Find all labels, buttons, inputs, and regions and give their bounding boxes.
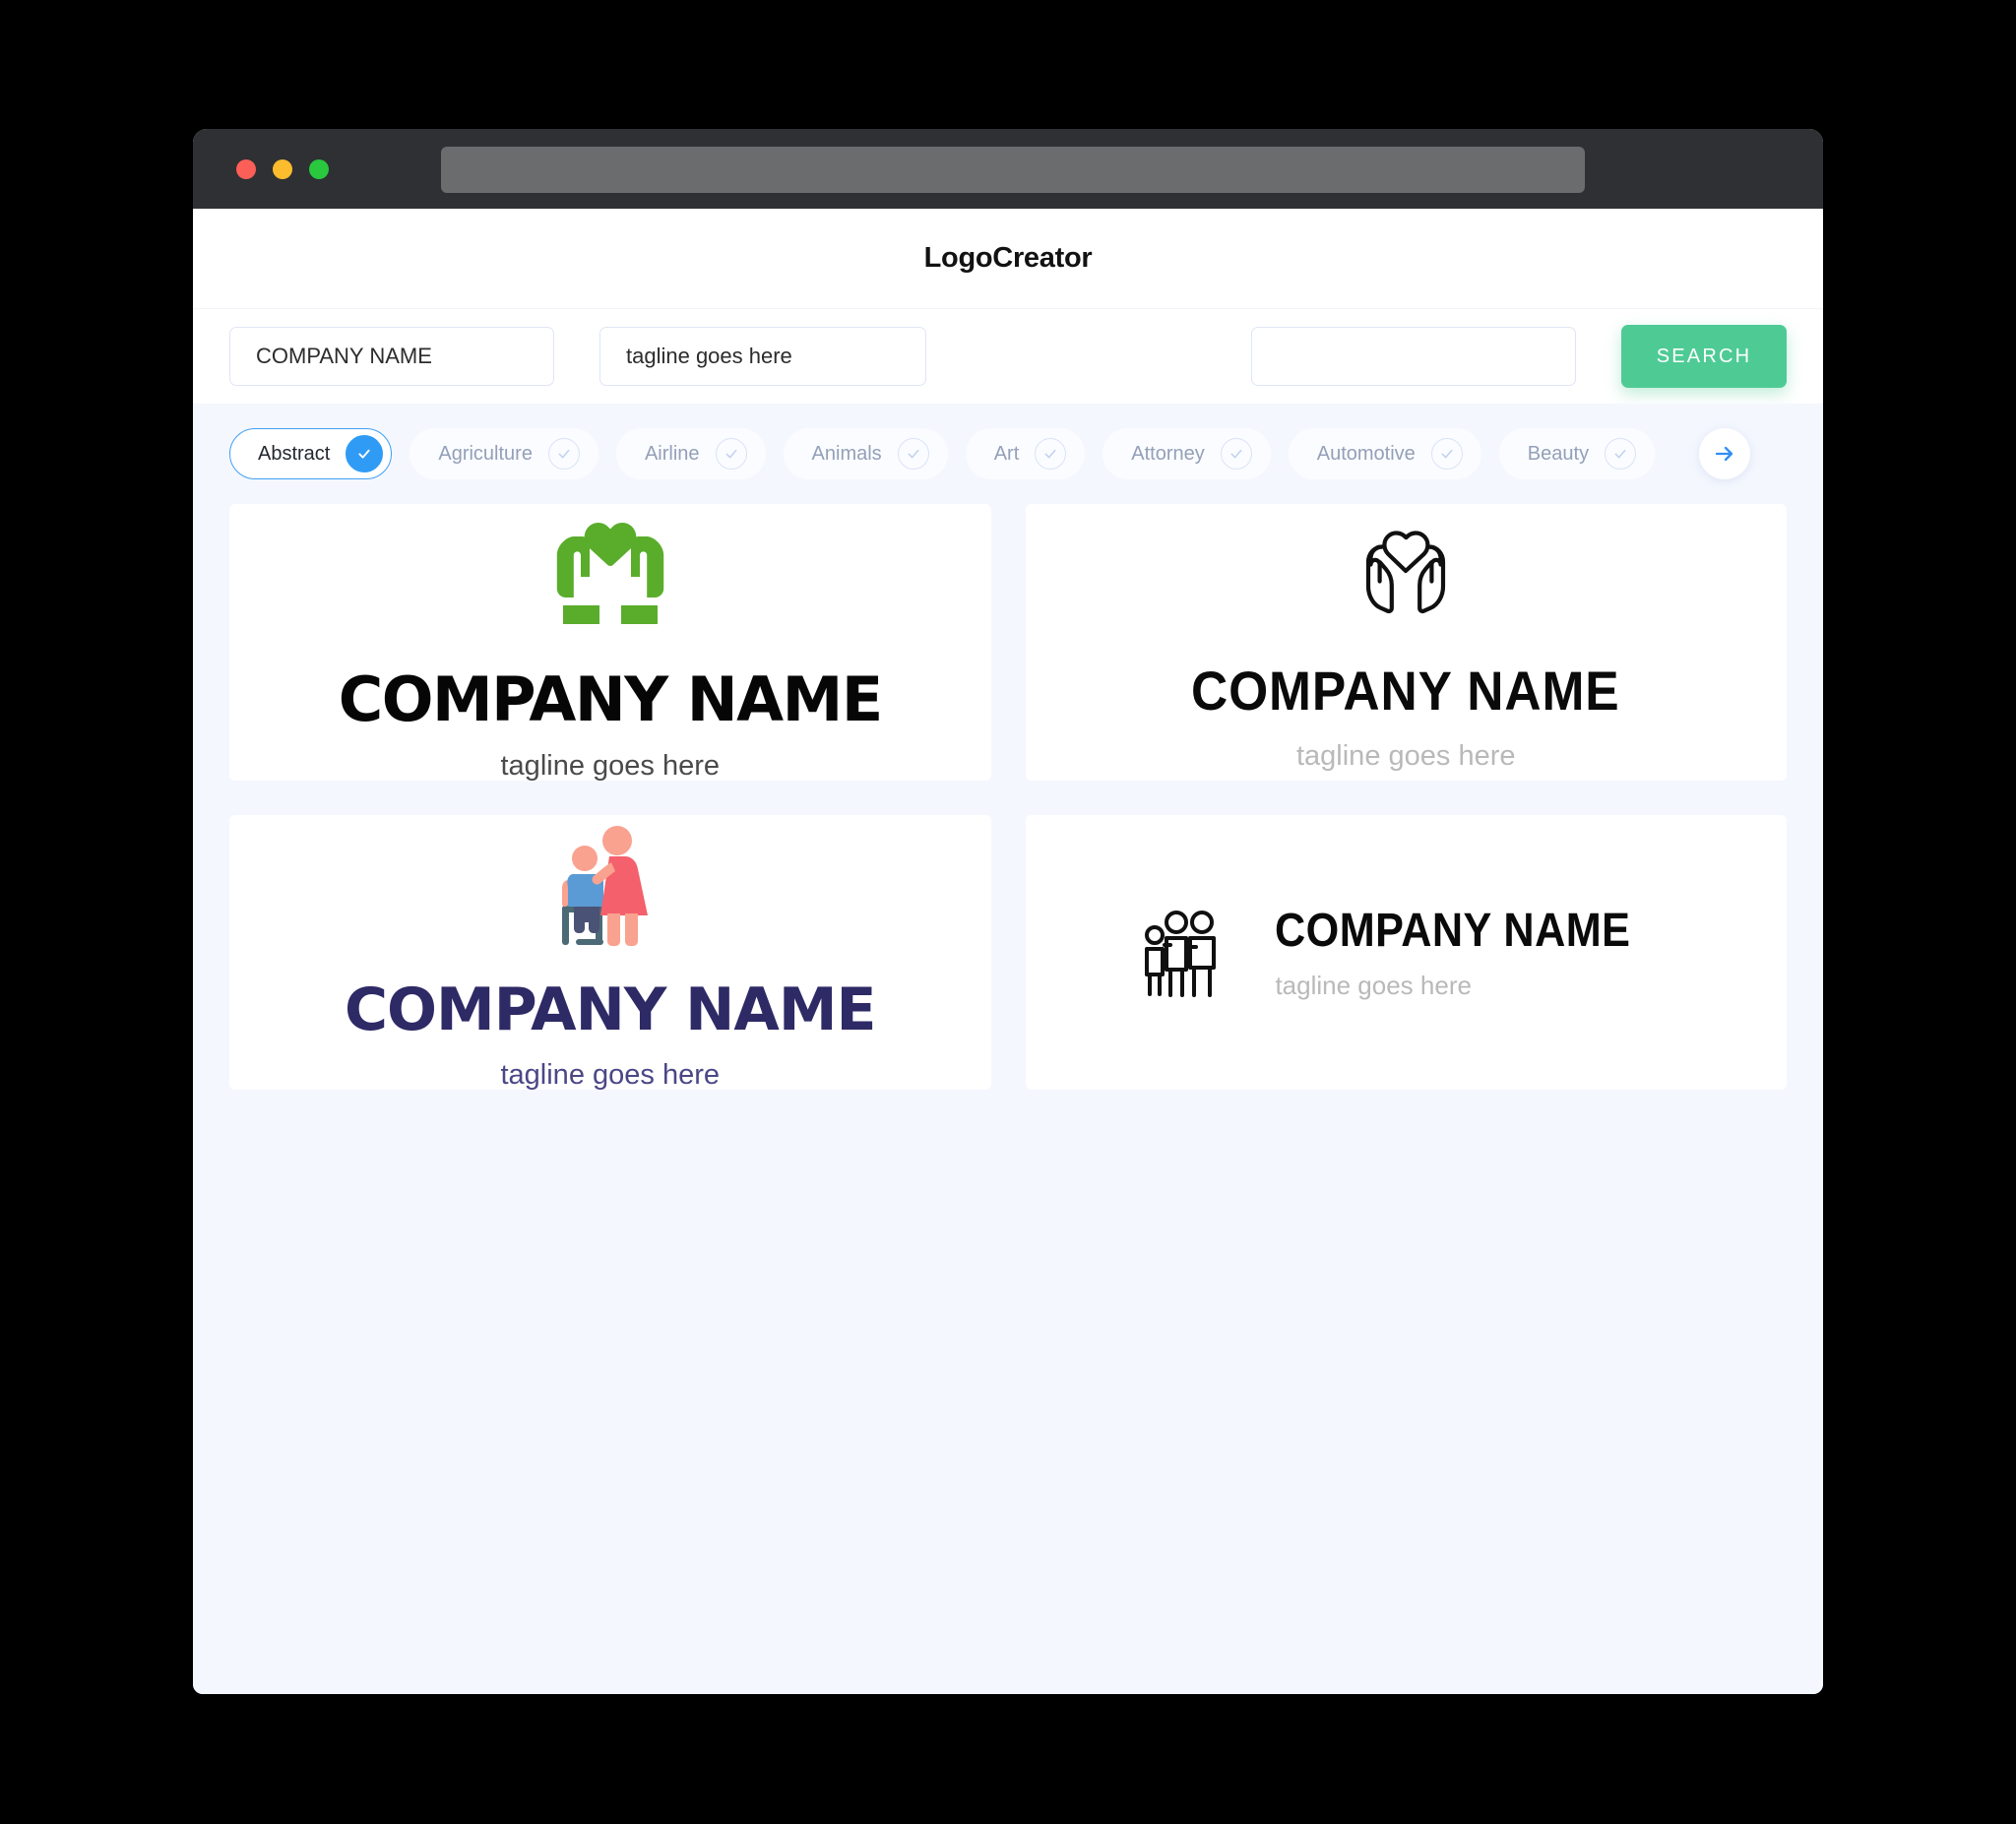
minimize-window-button[interactable] bbox=[273, 158, 292, 179]
hands-holding-heart-outline-icon bbox=[1366, 531, 1446, 614]
logo-card[interactable]: COMPANY NAME tagline goes here bbox=[1025, 815, 1787, 1090]
traffic-lights bbox=[236, 158, 329, 179]
tagline-input[interactable] bbox=[599, 327, 926, 386]
category-chip-abstract[interactable]: Abstract bbox=[229, 428, 393, 479]
logo-preview: COMPANY NAME tagline goes here bbox=[344, 815, 877, 1090]
logo-text-block: COMPANY NAME tagline goes here bbox=[1275, 904, 1670, 1000]
logo-tagline: tagline goes here bbox=[1295, 740, 1516, 772]
category-chip-agriculture[interactable]: Agriculture bbox=[410, 428, 598, 479]
check-icon bbox=[547, 438, 580, 470]
logo-card[interactable]: COMPANY NAME tagline goes here bbox=[1025, 504, 1787, 781]
categories-next-button[interactable] bbox=[1699, 428, 1750, 479]
arrow-right-icon bbox=[1715, 446, 1733, 462]
category-chip-art[interactable]: Art bbox=[965, 428, 1086, 479]
check-icon bbox=[1035, 438, 1067, 470]
category-chip-label: Attorney bbox=[1131, 442, 1205, 465]
close-window-button[interactable] bbox=[236, 158, 256, 179]
category-chip-automotive[interactable]: Automotive bbox=[1288, 428, 1481, 479]
category-chip-attorney[interactable]: Attorney bbox=[1102, 428, 1271, 479]
logo-company-name: COMPANY NAME bbox=[1191, 660, 1621, 722]
logo-preview: COMPANY NAME tagline goes here bbox=[1141, 906, 1670, 1000]
category-chip-label: Animals bbox=[811, 442, 882, 465]
maximize-window-button[interactable] bbox=[309, 158, 329, 179]
check-icon bbox=[1220, 438, 1252, 470]
screen-background: LogoCreator SEARCH Abstract Agriculture … bbox=[0, 0, 2016, 1824]
caregiver-wheelchair-illustration-icon bbox=[561, 826, 648, 946]
logo-tagline: tagline goes here bbox=[500, 1059, 720, 1090]
category-chip-label: Beauty bbox=[1527, 442, 1590, 465]
browser-titlebar bbox=[193, 129, 1823, 209]
category-chip-airline[interactable]: Airline bbox=[615, 428, 766, 479]
browser-window: LogoCreator SEARCH Abstract Agriculture … bbox=[193, 129, 1823, 1694]
logo-tagline: tagline goes here bbox=[1275, 970, 1472, 1000]
logo-company-name: COMPANY NAME bbox=[338, 663, 883, 735]
logo-card[interactable]: COMPANY NAME tagline goes here bbox=[229, 504, 991, 781]
logo-card[interactable]: COMPANY NAME tagline goes here bbox=[229, 815, 991, 1090]
category-chip-animals[interactable]: Animals bbox=[783, 428, 948, 479]
browser-url-bar[interactable] bbox=[441, 147, 1585, 193]
logo-results-grid: COMPANY NAME tagline goes here COMPANY N… bbox=[193, 504, 1823, 1694]
search-button[interactable]: SEARCH bbox=[1621, 325, 1787, 388]
category-chip-label: Abstract bbox=[258, 442, 331, 465]
logo-preview: COMPANY NAME tagline goes here bbox=[1172, 514, 1639, 771]
logo-company-name: COMPANY NAME bbox=[1275, 904, 1631, 957]
check-icon bbox=[897, 438, 929, 470]
keyword-input[interactable] bbox=[1251, 327, 1576, 386]
search-toolbar: SEARCH bbox=[193, 308, 1823, 404]
check-icon bbox=[1605, 438, 1637, 470]
app-header: LogoCreator bbox=[193, 209, 1823, 308]
category-chip-label: Art bbox=[993, 442, 1020, 465]
hands-holding-heart-solid-icon bbox=[556, 522, 663, 624]
company-name-input[interactable] bbox=[229, 327, 554, 386]
category-chip-beauty[interactable]: Beauty bbox=[1498, 428, 1656, 479]
check-icon bbox=[1430, 438, 1463, 470]
page-title: LogoCreator bbox=[923, 242, 1093, 274]
logo-preview: COMPANY NAME tagline goes here bbox=[338, 504, 883, 781]
logo-tagline: tagline goes here bbox=[500, 750, 721, 781]
check-icon bbox=[346, 435, 384, 472]
category-chip-label: Agriculture bbox=[438, 442, 533, 465]
family-group-outline-icon bbox=[1145, 910, 1217, 997]
check-icon bbox=[715, 438, 747, 470]
category-filter-bar: Abstract Agriculture Airline Animals Art bbox=[193, 404, 1823, 504]
category-chip-label: Automotive bbox=[1316, 442, 1416, 465]
category-chip-label: Airline bbox=[644, 442, 700, 465]
logo-company-name: COMPANY NAME bbox=[344, 975, 877, 1044]
